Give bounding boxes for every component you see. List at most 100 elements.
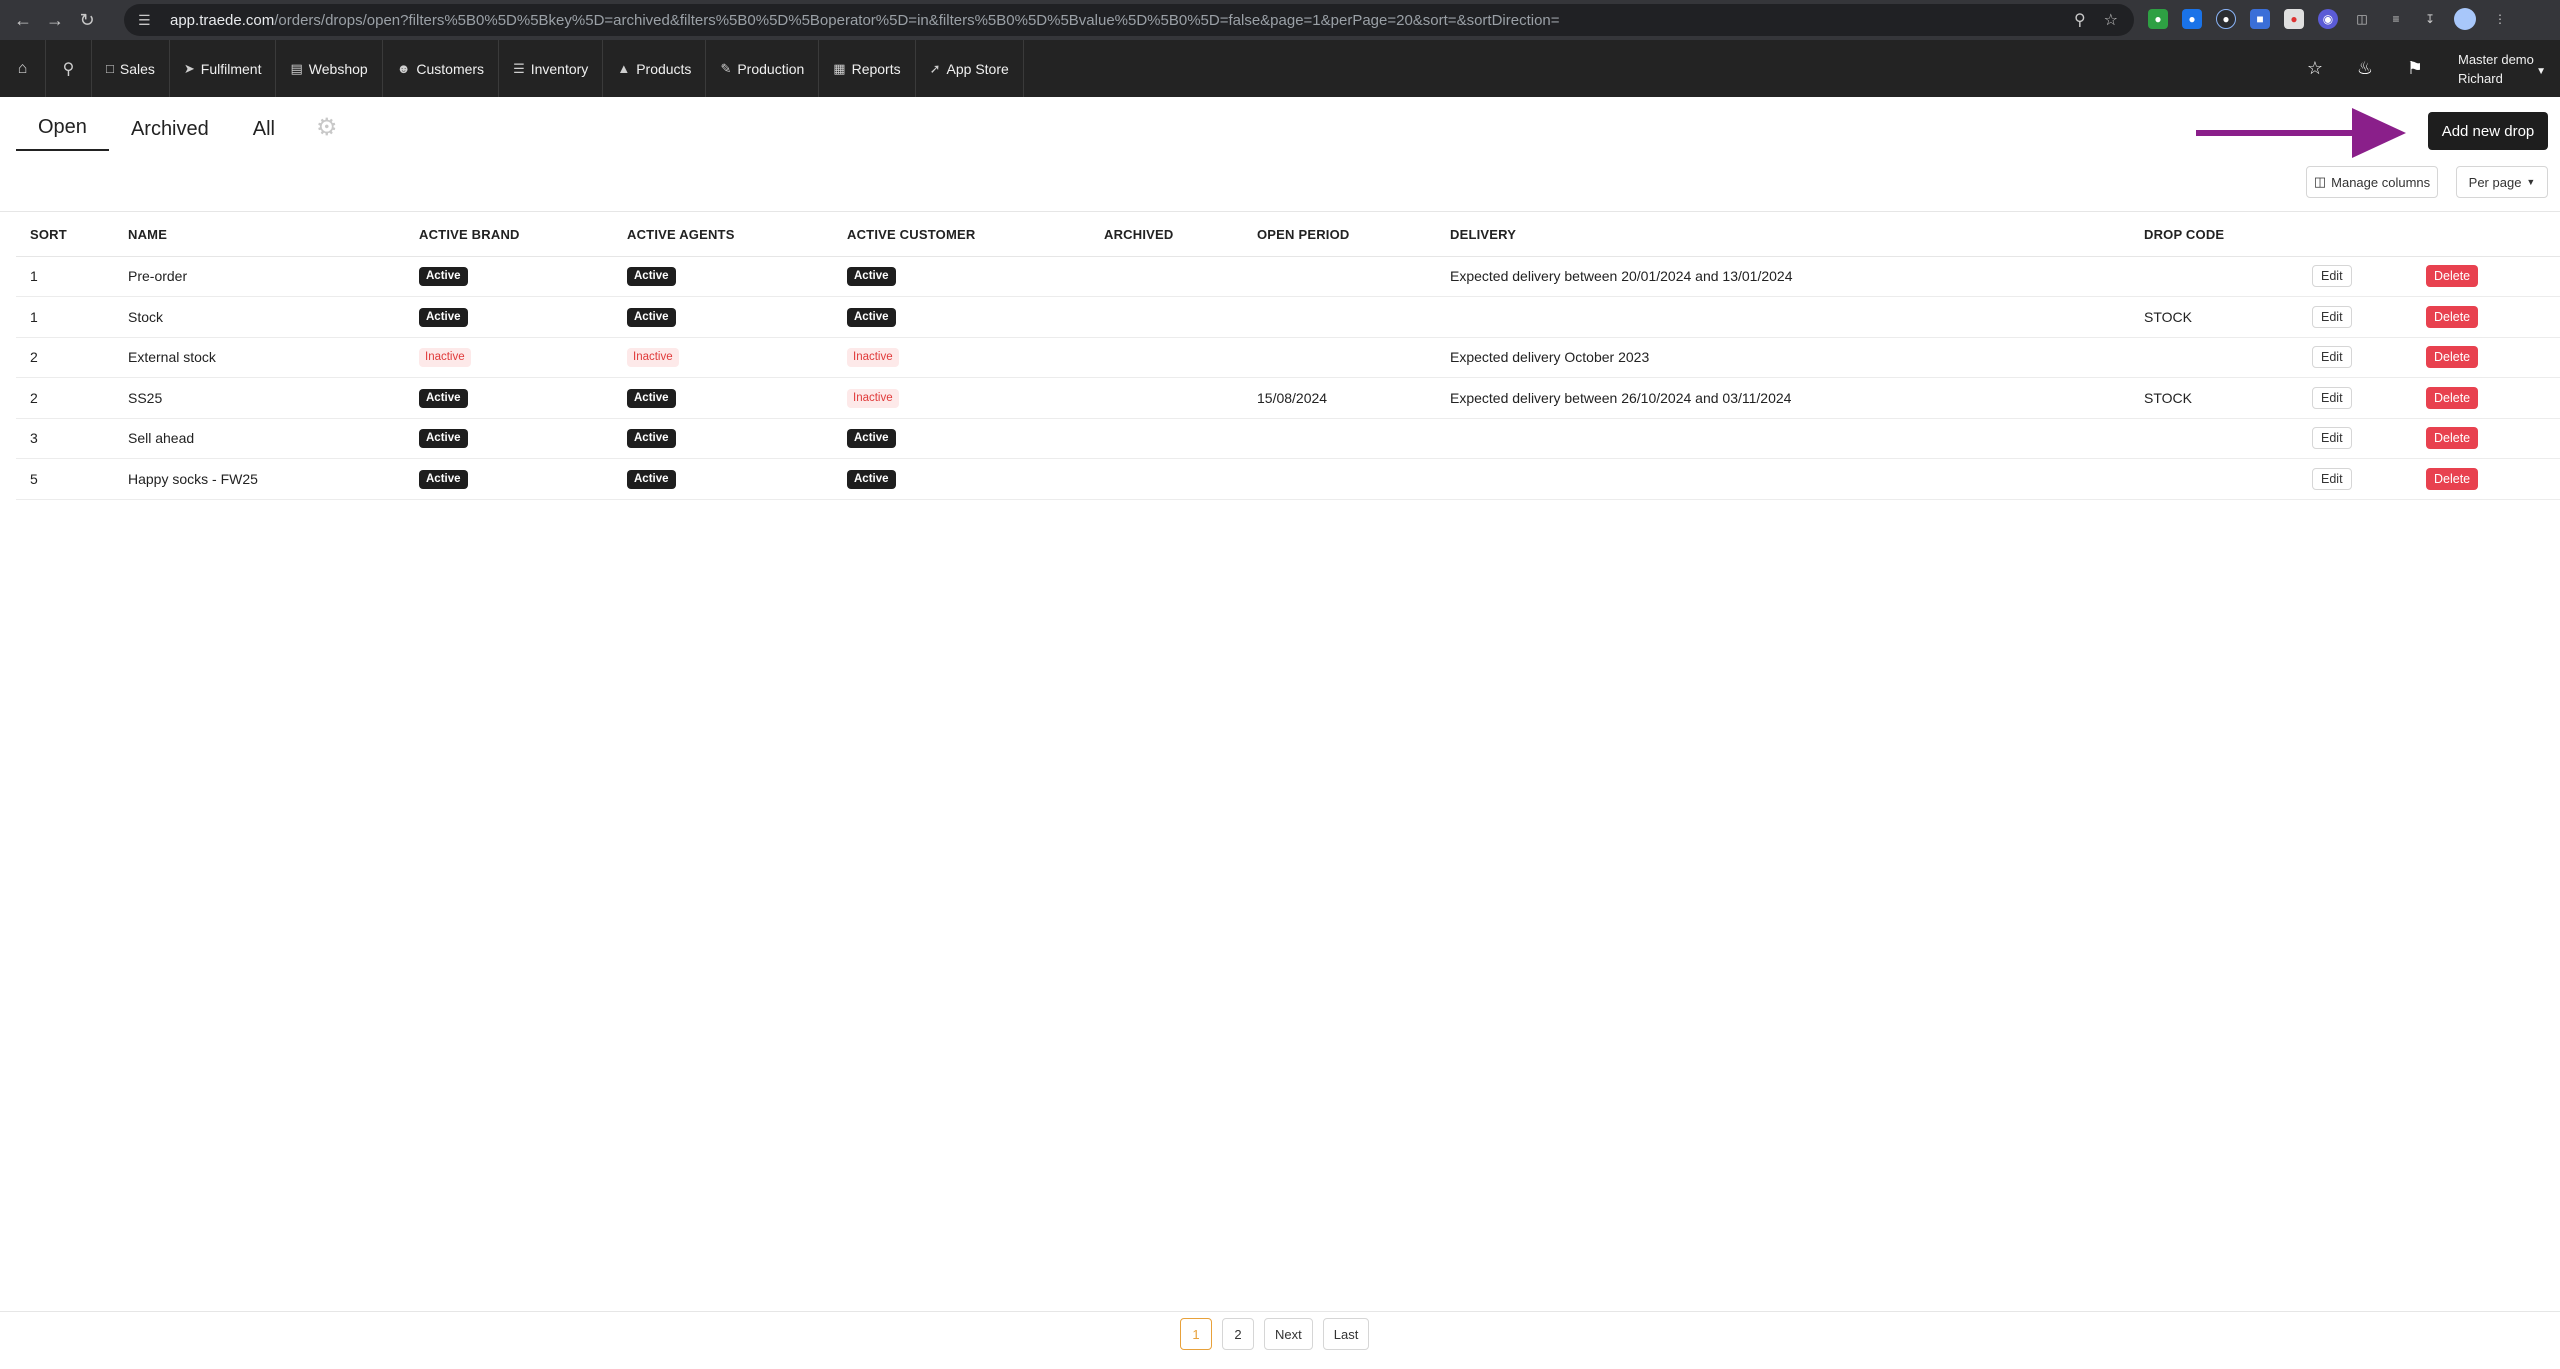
drops-table: SORT NAME ACTIVE BRAND ACTIVE AGENTS ACT… — [16, 214, 2560, 500]
password-manager-icon[interactable]: ● — [2216, 9, 2236, 29]
reading-list-icon[interactable]: ≡ — [2386, 9, 2406, 29]
nav-item-fulfilment[interactable]: ➤ Fulfilment — [170, 40, 277, 97]
column-header-active-brand[interactable]: ACTIVE BRAND — [405, 214, 613, 257]
cell-active-customer: Active — [833, 296, 1090, 338]
rocket-icon: ➚ — [929, 60, 941, 76]
column-header-drop-code[interactable]: DROP CODE — [2130, 214, 2298, 257]
extension-icon[interactable]: ● — [2182, 9, 2202, 29]
browser-toolbar: ← → ↻ ☰ app.traede.com/orders/drops/open… — [0, 0, 2560, 40]
extension-icon[interactable]: ■ — [2250, 9, 2270, 29]
column-header-delivery[interactable]: DELIVERY — [1436, 214, 2130, 257]
cell-sort: 3 — [16, 418, 114, 459]
zoom-icon[interactable]: ⚲ — [2074, 10, 2086, 30]
status-badge-active: Active — [847, 469, 896, 489]
cell-delivery — [1436, 418, 2130, 459]
per-page-dropdown[interactable]: Per page ▼ — [2456, 166, 2548, 198]
table-row[interactable]: 1 Pre-order Active Active Active Expected del… — [16, 256, 2560, 297]
chevron-down-icon: ▼ — [2536, 65, 2546, 77]
cell-active-customer: Active — [833, 256, 1090, 297]
nav-label: Sales — [119, 60, 155, 77]
nav-item-customers[interactable]: ☻ Customers — [383, 40, 500, 97]
column-header-delete — [2412, 214, 2560, 257]
fire-icon[interactable]: ♨ — [2340, 58, 2390, 79]
table-row[interactable]: 5 Happy socks - FW25 Active Active Active Edi… — [16, 458, 2560, 500]
delete-button[interactable]: Delete — [2426, 427, 2479, 450]
nav-item-production[interactable]: ✎ Production — [706, 40, 820, 97]
cell-delivery: Expected delivery between 26/10/2024 and… — [1436, 377, 2130, 419]
delete-button[interactable]: Delete — [2426, 467, 2479, 490]
gear-icon[interactable]: ⚙ — [316, 116, 340, 140]
notification-bell-icon[interactable]: ⚑ — [2390, 58, 2440, 79]
tab-all[interactable]: All — [231, 114, 297, 151]
bookmark-star-icon[interactable]: ☆ — [2104, 10, 2118, 30]
extension-icon[interactable]: ◉ — [2318, 9, 2338, 29]
status-badge-active: Active — [419, 267, 468, 287]
nav-label: Customers — [416, 60, 485, 77]
nav-item-webshop[interactable]: ▤ Webshop — [276, 40, 383, 97]
table-row[interactable]: 1 Stock Active Active Active STOCK Edit Delete — [16, 296, 2560, 338]
status-badge-inactive: Inactive — [847, 388, 899, 408]
column-header-name[interactable]: NAME — [114, 214, 405, 257]
drop-tabs: Open Archived All — [16, 112, 297, 151]
cell-open-period — [1243, 296, 1436, 338]
nav-item-sales[interactable]: □ Sales — [92, 40, 170, 97]
cell-active-brand: Active — [405, 377, 613, 419]
edit-button[interactable]: Edit — [2312, 427, 2352, 450]
cell-sort: 1 — [16, 256, 114, 297]
cell-active-agents: Active — [613, 418, 833, 459]
table-row[interactable]: 3 Sell ahead Active Active Active Edit Delete — [16, 418, 2560, 459]
home-icon[interactable]: ⌂ — [0, 40, 46, 97]
tab-open[interactable]: Open — [16, 112, 109, 151]
add-new-drop-button[interactable]: Add new drop — [2428, 112, 2548, 150]
column-header-active-customer[interactable]: ACTIVE CUSTOMER — [833, 214, 1090, 257]
search-icon[interactable]: ⚲ — [46, 40, 92, 97]
edit-button[interactable]: Edit — [2312, 346, 2352, 369]
back-icon[interactable]: ← — [10, 7, 36, 33]
column-header-sort[interactable]: SORT — [16, 214, 114, 257]
delete-button[interactable]: Delete — [2426, 305, 2479, 328]
page-button-1[interactable]: 1 — [1180, 1318, 1212, 1350]
reload-icon[interactable]: ↻ — [74, 7, 100, 33]
edit-button[interactable]: Edit — [2312, 305, 2352, 328]
extension-icon[interactable]: ● — [2148, 9, 2168, 29]
delete-button[interactable]: Delete — [2426, 265, 2479, 288]
nav-label: Production — [737, 60, 805, 77]
nav-item-products[interactable]: ▲ Products — [603, 40, 707, 97]
cell-open-period — [1243, 458, 1436, 500]
delete-button[interactable]: Delete — [2426, 386, 2479, 409]
table-row[interactable]: 2 External stock Inactive Inactive Inactive E… — [16, 337, 2560, 378]
forward-icon[interactable]: → — [42, 7, 68, 33]
nav-item-inventory[interactable]: ☰ Inventory — [499, 40, 604, 97]
profile-avatar[interactable] — [2454, 8, 2476, 30]
column-header-open-period[interactable]: OPEN PERIOD — [1243, 214, 1436, 257]
delete-button[interactable]: Delete — [2426, 346, 2479, 369]
cell-active-agents: Active — [613, 256, 833, 297]
browser-menu-icon[interactable]: ⋮ — [2490, 9, 2510, 29]
manage-columns-button[interactable]: ◫ Manage columns — [2306, 166, 2438, 198]
nav-item-app-store[interactable]: ➚ App Store — [916, 40, 1024, 97]
status-badge-active: Active — [627, 469, 676, 489]
status-badge-active: Active — [847, 307, 896, 327]
nav-item-reports[interactable]: ▦ Reports — [819, 40, 916, 97]
cell-name: Pre-order — [114, 256, 405, 297]
tab-archived[interactable]: Archived — [109, 114, 231, 151]
site-settings-icon[interactable]: ☰ — [138, 12, 158, 29]
last-page-button[interactable]: Last — [1322, 1318, 1370, 1350]
column-header-active-agents[interactable]: ACTIVE AGENTS — [613, 214, 833, 257]
edit-button[interactable]: Edit — [2312, 386, 2352, 409]
user-menu[interactable]: Master demo Richard ▼ — [2450, 50, 2560, 88]
extension-icon[interactable]: ● — [2284, 9, 2304, 29]
favorites-star-icon[interactable]: ☆ — [2290, 58, 2340, 79]
edit-button[interactable]: Edit — [2312, 467, 2352, 490]
extensions-puzzle-icon[interactable]: ◫ — [2352, 9, 2372, 29]
page-button-2[interactable]: 2 — [1222, 1318, 1254, 1350]
edit-button[interactable]: Edit — [2312, 265, 2352, 288]
cell-active-agents: Inactive — [613, 337, 833, 378]
download-icon[interactable]: ↧ — [2420, 9, 2440, 29]
address-bar[interactable]: ☰ app.traede.com/orders/drops/open?filte… — [124, 4, 2134, 36]
cell-edit: Edit — [2298, 418, 2412, 459]
cell-delete: Delete — [2412, 296, 2560, 338]
table-row[interactable]: 2 SS25 Active Active Inactive 15/08/2024 Expec… — [16, 377, 2560, 419]
column-header-archived[interactable]: ARCHIVED — [1090, 214, 1243, 257]
next-page-button[interactable]: Next — [1264, 1318, 1313, 1350]
